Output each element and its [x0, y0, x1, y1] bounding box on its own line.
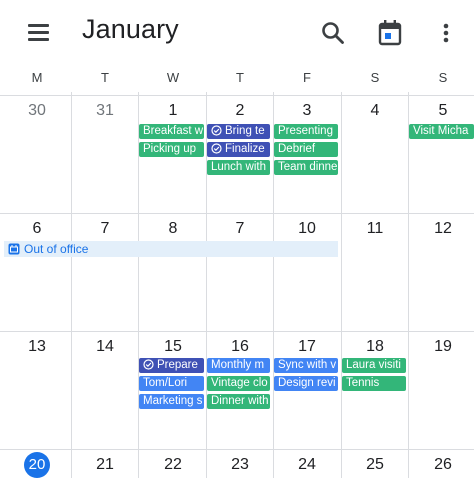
menu-icon[interactable]: [26, 22, 52, 42]
day-number[interactable]: 4: [341, 102, 409, 120]
day-number[interactable]: 5: [409, 102, 474, 120]
event-title: Sync with v: [278, 359, 337, 371]
event-chip[interactable]: Debrief: [274, 142, 338, 157]
month-title[interactable]: January: [82, 14, 179, 45]
event-title: Lunch with: [211, 161, 266, 173]
event-chip[interactable]: Sync with v: [274, 358, 338, 373]
event-chip[interactable]: Marketing s: [139, 394, 204, 409]
event-chip[interactable]: Design revi: [274, 376, 338, 391]
event-title: Tennis: [346, 377, 380, 389]
day-number[interactable]: 26: [409, 456, 474, 474]
weekday-label: S: [370, 70, 380, 85]
event-chip[interactable]: Visit Micha: [409, 124, 474, 139]
event-title: Prepare: [157, 359, 198, 371]
day-number[interactable]: 16: [206, 338, 274, 356]
event-chip[interactable]: Laura visiti: [342, 358, 406, 373]
day-number[interactable]: 7: [206, 220, 274, 238]
event-title: Presenting: [278, 125, 333, 137]
app-bar: January: [0, 0, 474, 64]
day-divider: [341, 92, 342, 478]
event-title: Breakfast w: [143, 125, 204, 137]
day-number[interactable]: 31: [71, 102, 139, 120]
event-title: Monthly m: [211, 359, 265, 371]
day-number[interactable]: 3: [273, 102, 341, 120]
event-chip[interactable]: Monthly m: [207, 358, 270, 373]
task-check-icon: [211, 143, 222, 157]
event-chip[interactable]: Picking up: [139, 142, 204, 157]
day-number[interactable]: 22: [139, 456, 207, 474]
day-number[interactable]: 14: [71, 338, 139, 356]
weekday-label: F: [303, 70, 311, 85]
weekday-label: M: [31, 70, 43, 85]
weekday-header: M T W T F S S: [0, 64, 474, 92]
weekday-label: T: [101, 70, 109, 85]
search-icon[interactable]: [318, 18, 348, 48]
task-check-icon: [143, 359, 154, 373]
event-title: Bring te: [225, 125, 265, 137]
task-check-icon: [211, 125, 222, 139]
calendar-today-icon[interactable]: [376, 18, 404, 48]
event-chip[interactable]: Tennis: [342, 376, 406, 391]
event-title: Finalize: [225, 143, 265, 155]
day-number[interactable]: 2: [206, 102, 274, 120]
day-number[interactable]: 6: [3, 220, 71, 238]
event-title: Debrief: [278, 143, 316, 155]
event-chip[interactable]: Tom/Lori: [139, 376, 204, 391]
event-chip[interactable]: Presenting: [274, 124, 338, 139]
task-chip[interactable]: Finalize: [207, 142, 270, 157]
event-chip[interactable]: Vintage clo: [207, 376, 270, 391]
day-number[interactable]: 21: [71, 456, 139, 474]
day-number[interactable]: 25: [341, 456, 409, 474]
event-title: Dinner with: [211, 395, 269, 407]
day-number[interactable]: 15: [139, 338, 207, 356]
day-number[interactable]: 12: [409, 220, 474, 238]
out-of-office-event[interactable]: Out of office: [4, 241, 338, 257]
event-title: Marketing s: [143, 395, 203, 407]
event-title: Out of office: [24, 242, 89, 256]
day-number[interactable]: 24: [273, 456, 341, 474]
event-chip[interactable]: Team dinne: [274, 160, 338, 175]
event-chip[interactable]: Lunch with: [207, 160, 270, 175]
event-title: Visit Micha: [413, 125, 469, 137]
day-number[interactable]: 10: [273, 220, 341, 238]
task-chip[interactable]: Bring te: [207, 124, 270, 139]
event-title: Team dinne: [278, 161, 338, 173]
day-number[interactable]: 11: [341, 220, 409, 238]
weekday-label: S: [438, 70, 448, 85]
day-number[interactable]: 7: [71, 220, 139, 238]
day-number[interactable]: 30: [3, 102, 71, 120]
day-number[interactable]: 8: [139, 220, 207, 238]
day-number[interactable]: 1: [139, 102, 207, 120]
day-number[interactable]: 13: [3, 338, 71, 356]
event-chip[interactable]: Dinner with: [207, 394, 270, 409]
weekday-label: T: [236, 70, 244, 85]
event-title: Vintage clo: [211, 377, 268, 389]
day-number[interactable]: 19: [409, 338, 474, 356]
out-of-office-icon: [8, 243, 20, 259]
task-chip[interactable]: Prepare: [139, 358, 204, 373]
day-number[interactable]: 23: [206, 456, 274, 474]
event-title: Laura visiti: [346, 359, 401, 371]
day-divider: [408, 92, 409, 478]
event-title: Picking up: [143, 143, 197, 155]
more-vert-icon[interactable]: [434, 18, 458, 48]
day-number[interactable]: 17: [273, 338, 341, 356]
event-chip[interactable]: Breakfast w: [139, 124, 204, 139]
event-title: Design revi: [278, 377, 336, 389]
day-number[interactable]: 18: [341, 338, 409, 356]
day-divider: [71, 92, 72, 478]
month-grid: 30 31 1 2 3 4 5 Breakfast w Picking up B…: [0, 92, 474, 478]
event-title: Tom/Lori: [143, 377, 188, 389]
today-day-number[interactable]: 20: [24, 452, 50, 478]
weekday-label: W: [166, 70, 180, 85]
